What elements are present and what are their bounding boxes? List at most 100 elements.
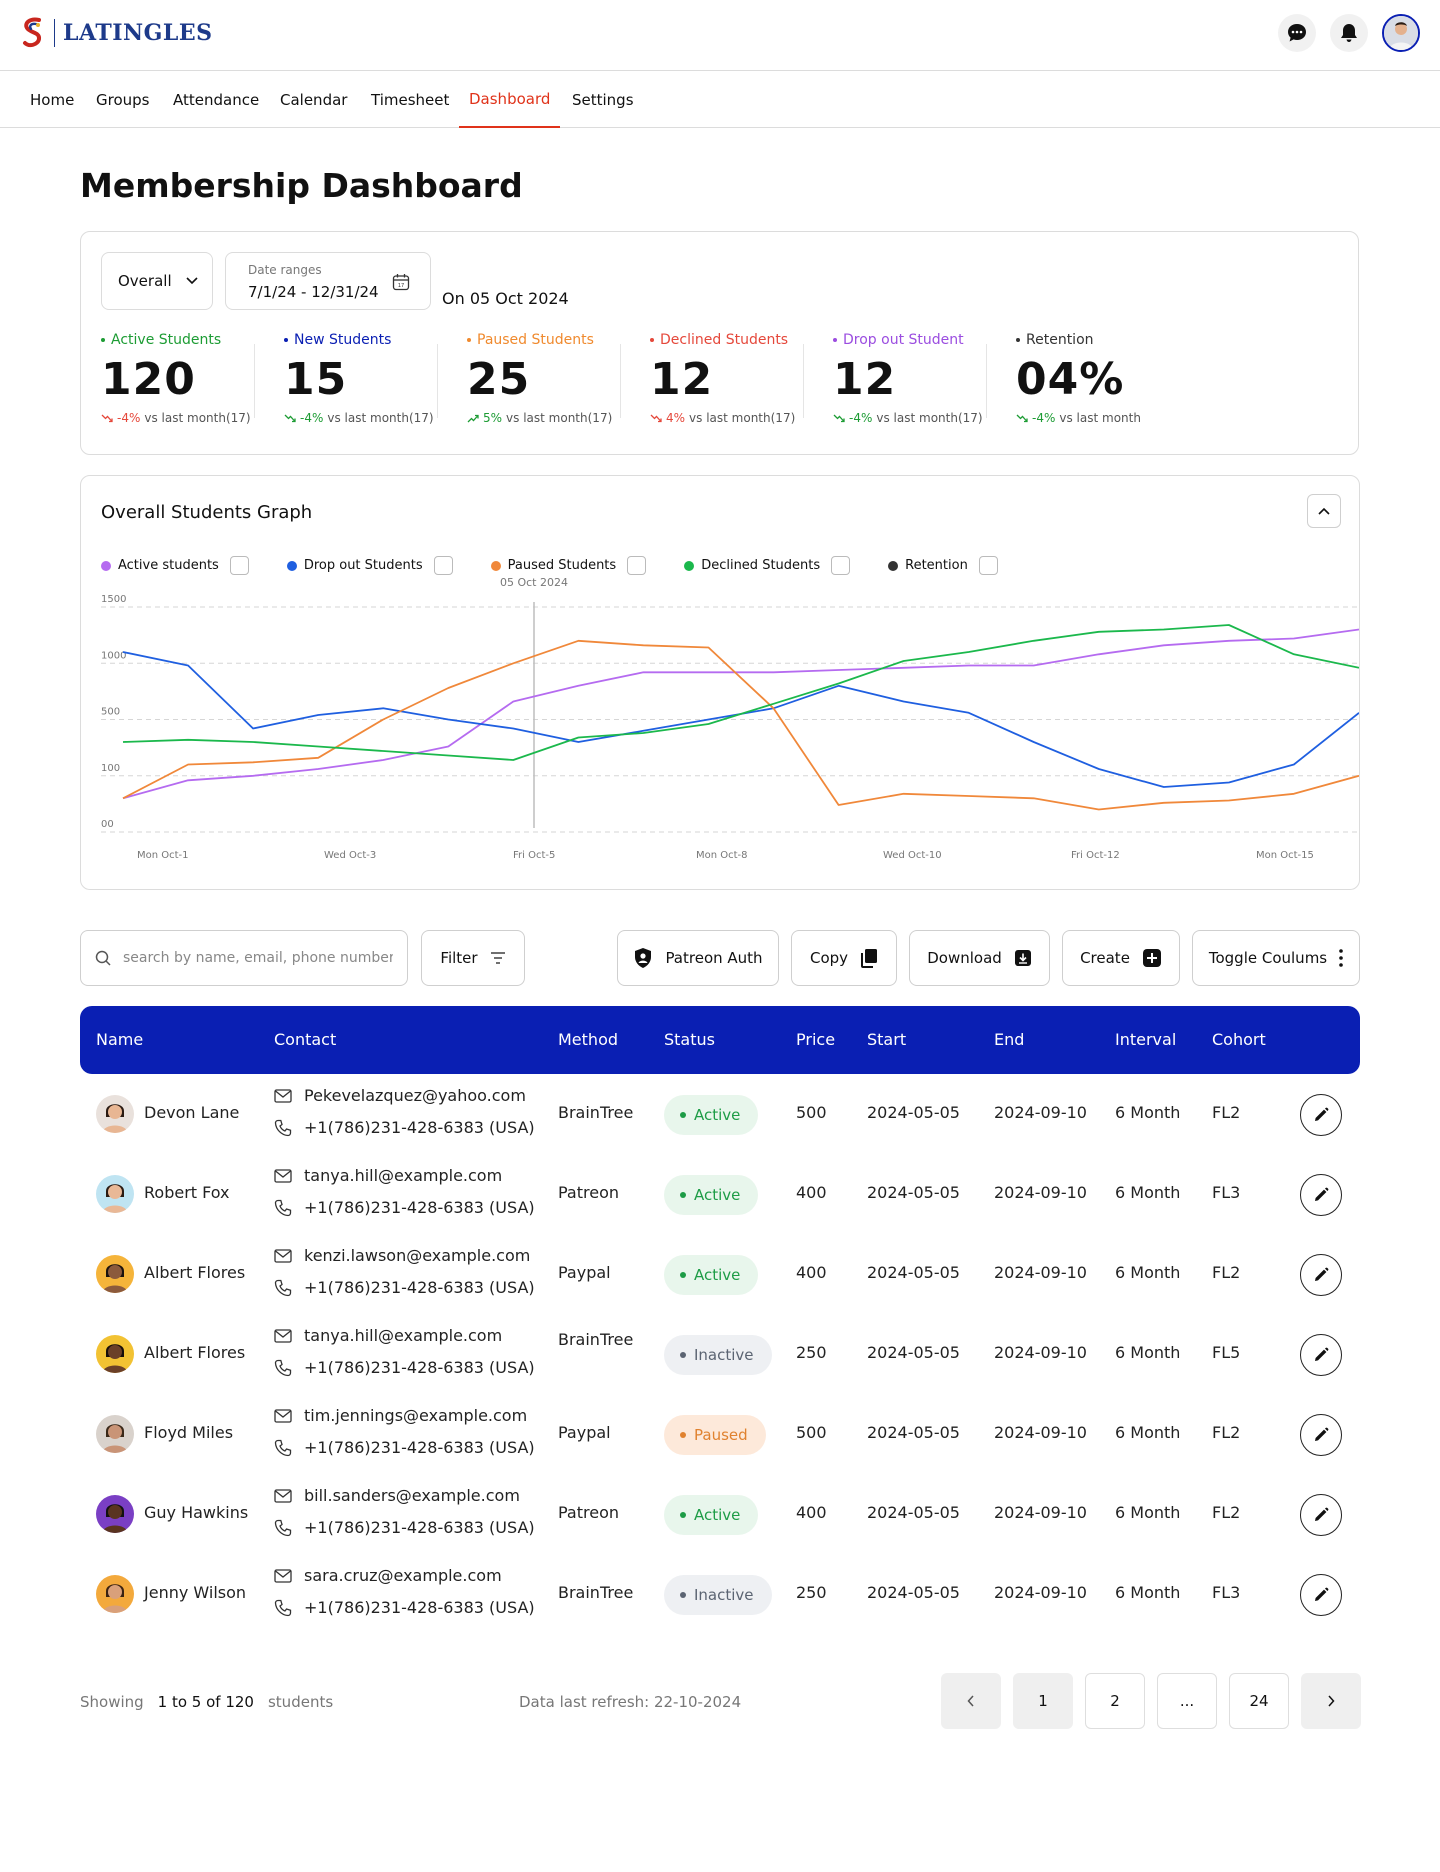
x-tick-label: Wed Oct-3 bbox=[324, 850, 376, 861]
status-text: Active bbox=[694, 1506, 741, 1524]
col-end[interactable]: End bbox=[994, 1030, 1024, 1049]
member-phone[interactable]: +1(786)231-428-6383 (USA) bbox=[304, 1518, 535, 1537]
member-phone[interactable]: +1(786)231-428-6383 (USA) bbox=[304, 1358, 535, 1377]
table-row[interactable]: Robert Fox tanya.hill@example.com +1(786)2… bbox=[80, 1154, 1360, 1234]
member-phone[interactable]: +1(786)231-428-6383 (USA) bbox=[304, 1118, 535, 1137]
bell-icon bbox=[1341, 24, 1357, 42]
stat-delta: 5% bbox=[483, 411, 503, 425]
stat-delta-suffix: vs last month(17) bbox=[876, 411, 983, 425]
toggle-columns-button[interactable]: Toggle Coulums bbox=[1192, 930, 1360, 986]
member-email[interactable]: tanya.hill@example.com bbox=[304, 1326, 502, 1345]
member-email[interactable]: Pekevelazquez@yahoo.com bbox=[304, 1086, 526, 1105]
copy-button[interactable]: Copy bbox=[791, 930, 897, 986]
edit-button[interactable] bbox=[1300, 1254, 1342, 1296]
edit-button[interactable] bbox=[1300, 1414, 1342, 1456]
nav-attendance[interactable]: Attendance bbox=[163, 71, 269, 128]
end-date: 2024-09-10 bbox=[994, 1103, 1087, 1122]
member-phone[interactable]: +1(786)231-428-6383 (USA) bbox=[304, 1278, 535, 1297]
member-email[interactable]: sara.cruz@example.com bbox=[304, 1566, 502, 1585]
edit-button[interactable] bbox=[1300, 1574, 1342, 1616]
date-range-picker[interactable]: Date ranges 7/1/24 - 12/31/24 17 bbox=[225, 252, 431, 310]
col-interval[interactable]: Interval bbox=[1115, 1030, 1176, 1049]
svg-text:17: 17 bbox=[398, 283, 404, 289]
nav-settings[interactable]: Settings bbox=[562, 71, 644, 128]
user-avatar[interactable] bbox=[1382, 14, 1420, 52]
page-button-1[interactable]: 1 bbox=[1013, 1673, 1073, 1729]
member-phone[interactable]: +1(786)231-428-6383 (USA) bbox=[304, 1598, 535, 1617]
status-badge: Active bbox=[664, 1495, 759, 1535]
member-email[interactable]: tim.jennings@example.com bbox=[304, 1406, 527, 1425]
col-cohort[interactable]: Cohort bbox=[1212, 1030, 1266, 1049]
patreon-auth-label: Patreon Auth bbox=[665, 949, 763, 967]
mail-icon bbox=[274, 1168, 292, 1183]
copy-icon bbox=[861, 949, 878, 968]
calendar-icon: 17 bbox=[392, 274, 410, 291]
phone-line: +1(786)231-428-6383 (USA) bbox=[274, 1598, 535, 1617]
edit-button[interactable] bbox=[1300, 1494, 1342, 1536]
table-row[interactable]: Guy Hawkins bill.sanders@example.com +1(78… bbox=[80, 1474, 1360, 1554]
status-badge: Inactive bbox=[664, 1335, 772, 1375]
nav-home[interactable]: Home bbox=[20, 71, 84, 128]
user-avatar-image bbox=[1384, 16, 1418, 50]
nav-groups[interactable]: Groups bbox=[86, 71, 159, 128]
scope-dropdown[interactable]: Overall bbox=[101, 252, 213, 310]
trend-down-icon bbox=[284, 414, 296, 422]
download-button[interactable]: Download bbox=[909, 930, 1050, 986]
interval: 6 Month bbox=[1115, 1343, 1181, 1362]
download-button-label: Download bbox=[927, 949, 1002, 967]
col-contact[interactable]: Contact bbox=[274, 1030, 336, 1049]
table-row[interactable]: Jenny Wilson sara.cruz@example.com +1(786)… bbox=[80, 1554, 1360, 1634]
stat-divider bbox=[437, 344, 438, 418]
stat-label: New Students bbox=[284, 332, 484, 348]
series-line bbox=[122, 639, 1359, 811]
notifications-button[interactable] bbox=[1330, 14, 1368, 52]
pencil-icon bbox=[1315, 1187, 1329, 1201]
edit-button[interactable] bbox=[1300, 1094, 1342, 1136]
member-name: Devon Lane bbox=[144, 1103, 240, 1122]
nav-timesheet[interactable]: Timesheet bbox=[361, 71, 459, 128]
stat-trend: -4% vs last month(17) bbox=[833, 411, 1033, 425]
col-name[interactable]: Name bbox=[96, 1030, 143, 1049]
stat-value: 25 bbox=[467, 354, 531, 405]
member-email[interactable]: bill.sanders@example.com bbox=[304, 1486, 520, 1505]
col-status[interactable]: Status bbox=[664, 1030, 715, 1049]
page-button-24[interactable]: 24 bbox=[1229, 1673, 1289, 1729]
member-phone[interactable]: +1(786)231-428-6383 (USA) bbox=[304, 1198, 535, 1217]
filter-button[interactable]: Filter bbox=[421, 930, 525, 986]
chat-button[interactable] bbox=[1278, 14, 1316, 52]
member-phone[interactable]: +1(786)231-428-6383 (USA) bbox=[304, 1438, 535, 1457]
date-range-label: Date ranges bbox=[248, 263, 322, 277]
stat-divider bbox=[803, 344, 804, 418]
payment-method: BrainTree bbox=[558, 1583, 634, 1602]
col-start[interactable]: Start bbox=[867, 1030, 906, 1049]
nav-calendar[interactable]: Calendar bbox=[270, 71, 357, 128]
next-page-button[interactable] bbox=[1301, 1673, 1361, 1729]
stat-label: Declined Students bbox=[650, 332, 850, 348]
table-row[interactable]: Albert Flores kenzi.lawson@example.com +1(… bbox=[80, 1234, 1360, 1314]
search-box[interactable] bbox=[80, 930, 408, 986]
status-badge: Active bbox=[664, 1095, 759, 1135]
patreon-auth-button[interactable]: Patreon Auth bbox=[617, 930, 779, 986]
table-row[interactable]: Albert Flores tanya.hill@example.com +1(78… bbox=[80, 1314, 1360, 1394]
member-email[interactable]: kenzi.lawson@example.com bbox=[304, 1246, 530, 1265]
start-date: 2024-05-05 bbox=[867, 1343, 960, 1362]
email-line: tanya.hill@example.com bbox=[274, 1166, 502, 1185]
table-row[interactable]: Floyd Miles tim.jennings@example.com +1(78… bbox=[80, 1394, 1360, 1474]
create-button-label: Create bbox=[1080, 949, 1130, 967]
stat-card: Paused Students 25 5% vs last month(17) bbox=[467, 332, 667, 425]
nav-dashboard[interactable]: Dashboard bbox=[459, 71, 561, 128]
avatar-image bbox=[96, 1495, 134, 1533]
table-row[interactable]: Devon Lane Pekevelazquez@yahoo.com +1(786)… bbox=[80, 1074, 1360, 1154]
prev-page-button[interactable] bbox=[941, 1673, 1001, 1729]
y-tick-label: 1500 bbox=[101, 594, 126, 605]
stat-value: 04% bbox=[1016, 354, 1125, 405]
brand-logo[interactable]: LATINGLES bbox=[20, 16, 213, 50]
search-input[interactable] bbox=[123, 950, 393, 966]
col-method[interactable]: Method bbox=[558, 1030, 618, 1049]
create-button[interactable]: Create bbox=[1062, 930, 1180, 986]
edit-button[interactable] bbox=[1300, 1174, 1342, 1216]
page-button-2[interactable]: 2 bbox=[1085, 1673, 1145, 1729]
col-price[interactable]: Price bbox=[796, 1030, 835, 1049]
member-email[interactable]: tanya.hill@example.com bbox=[304, 1166, 502, 1185]
edit-button[interactable] bbox=[1300, 1334, 1342, 1376]
